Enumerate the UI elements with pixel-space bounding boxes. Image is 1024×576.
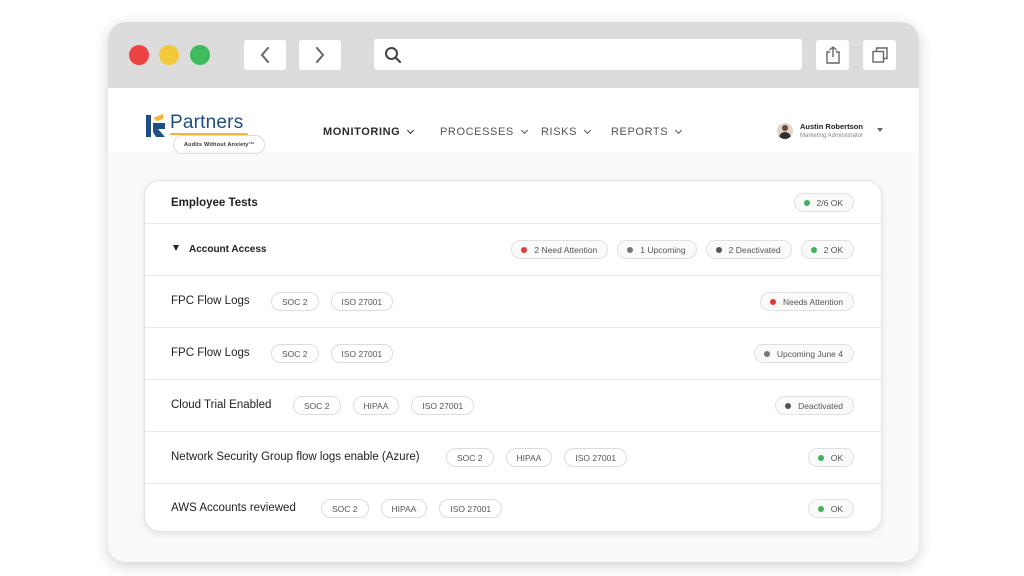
framework-tag: ISO 27001	[330, 344, 394, 363]
framework-tag: ISO 27001	[564, 448, 628, 467]
upcoming-badge: 1 Upcoming	[617, 240, 697, 259]
search-icon	[385, 47, 402, 64]
panel-title: Employee Tests	[171, 197, 258, 209]
chevron-down-icon	[520, 126, 528, 135]
nav-label: REPORTS	[611, 126, 669, 138]
table-row[interactable]: AWS Accounts reviewed SOC 2 HIPAA ISO 27…	[145, 484, 881, 531]
framework-tag: ISO 27001	[439, 499, 503, 518]
logo-wordmark: Partners	[170, 112, 244, 133]
url-input[interactable]	[412, 44, 792, 65]
chevron-left-icon	[260, 47, 269, 63]
minimize-window-button[interactable]	[159, 45, 179, 65]
framework-tag: SOC 2	[293, 396, 341, 415]
status-badge: Deactivated	[775, 396, 854, 415]
close-window-button[interactable]	[129, 45, 149, 65]
caret-down-icon	[877, 128, 883, 132]
browser-toolbar	[108, 22, 919, 88]
status-badge: OK	[807, 448, 854, 467]
nav-label: RISKS	[541, 126, 578, 138]
deactivated-badge: 2 Deactivated	[705, 240, 792, 259]
framework-tag: SOC 2	[446, 448, 494, 467]
app-header: Partners Audits Without Anxiety™ MONITOR…	[108, 88, 919, 154]
share-button[interactable]	[816, 40, 849, 70]
logo-mark-icon	[146, 114, 165, 137]
collapse-triangle-icon[interactable]	[173, 245, 179, 251]
test-name: AWS Accounts reviewed	[171, 502, 296, 514]
table-row[interactable]: Cloud Trial Enabled SOC 2 HIPAA ISO 2700…	[145, 380, 881, 432]
framework-tag: SOC 2	[271, 292, 319, 311]
need-attention-badge: 2 Need Attention	[511, 240, 609, 259]
framework-tag: SOC 2	[271, 344, 319, 363]
framework-tag: ISO 27001	[330, 292, 394, 311]
group-title: Account Access	[189, 244, 267, 255]
nav-processes[interactable]: PROCESSES	[440, 126, 528, 138]
status-dot	[803, 199, 810, 206]
nav-reports[interactable]: REPORTS	[611, 126, 683, 138]
browser-window: Partners Audits Without Anxiety™ MONITOR…	[108, 22, 919, 562]
chevron-down-icon	[583, 126, 592, 135]
tabs-icon	[871, 47, 888, 63]
user-role: Marketing Administrator	[800, 133, 864, 139]
tabs-button[interactable]	[863, 40, 896, 70]
framework-tag: SOC 2	[321, 499, 369, 518]
nav-risks[interactable]: RISKS	[541, 126, 592, 138]
test-name: FPC Flow Logs	[171, 295, 250, 307]
test-name: FPC Flow Logs	[171, 347, 250, 359]
nav-monitoring[interactable]: MONITORING	[323, 126, 415, 138]
share-icon	[825, 46, 840, 64]
table-row[interactable]: FPC Flow Logs SOC 2 ISO 27001 Upcoming J…	[145, 328, 881, 380]
user-name: Austin Robertson	[800, 122, 863, 131]
status-badge: Needs Attention	[759, 292, 854, 311]
logo-tagline: Audits Without Anxiety™	[173, 135, 266, 154]
company-logo[interactable]: Partners Audits Without Anxiety™	[144, 112, 266, 154]
account-access-group[interactable]: Account Access 2 Need Attention 1 Upcomi…	[145, 224, 881, 276]
status-badge: Upcoming June 4	[753, 344, 854, 363]
summary-badge: 2/6 OK	[793, 193, 854, 212]
forward-button[interactable]	[299, 40, 341, 70]
nav-label: PROCESSES	[440, 126, 514, 138]
maximize-window-button[interactable]	[190, 45, 210, 65]
user-menu[interactable]: Austin Robertson Marketing Administrator	[777, 121, 887, 143]
chevron-down-icon	[407, 126, 415, 135]
chevron-down-icon	[675, 126, 683, 135]
back-button[interactable]	[244, 40, 286, 70]
table-row[interactable]: Network Security Group flow logs enable …	[145, 432, 881, 484]
address-bar[interactable]	[374, 39, 802, 70]
framework-tag: ISO 27001	[411, 396, 475, 415]
employee-tests-panel: Employee Tests 2/6 OK Account Access 2 N…	[144, 180, 882, 532]
test-name: Network Security Group flow logs enable …	[171, 451, 420, 463]
framework-tag: HIPAA	[380, 499, 428, 518]
framework-tag: HIPAA	[352, 396, 400, 415]
test-name: Cloud Trial Enabled	[171, 399, 272, 411]
panel-header: Employee Tests 2/6 OK	[145, 181, 881, 224]
avatar	[777, 123, 793, 139]
nav-label: MONITORING	[323, 126, 401, 138]
chevron-right-icon	[316, 47, 325, 63]
ok-badge: 2 OK	[800, 240, 854, 259]
status-badge: OK	[807, 499, 854, 518]
table-row[interactable]: FPC Flow Logs SOC 2 ISO 27001 Needs Atte…	[145, 276, 881, 328]
framework-tag: HIPAA	[505, 448, 553, 467]
